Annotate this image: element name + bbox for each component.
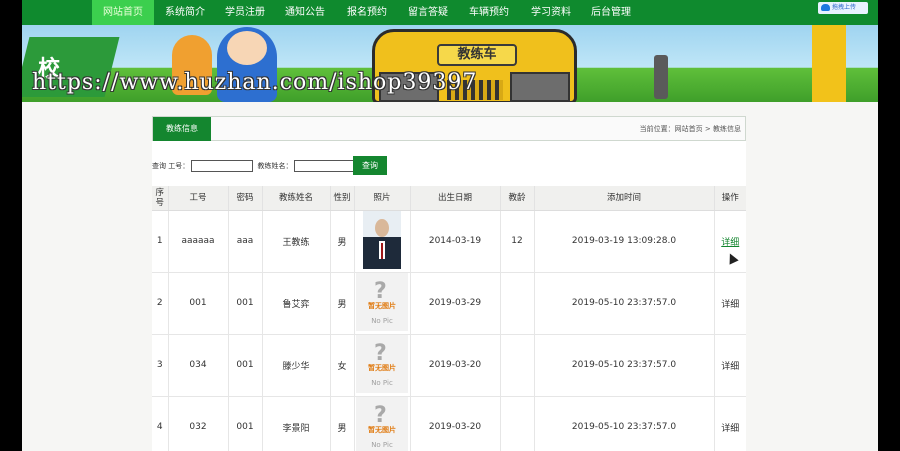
no-pic-cn: 暂无图片 [368,363,396,372]
cell-no: 2 [152,272,169,335]
no-pic-placeholder: ? 暂无图片 No Pic [356,272,408,331]
no-pic-placeholder: ? 暂无图片 No Pic [356,396,408,451]
nav-item-register[interactable]: 学员注册 [216,0,274,25]
top-navigation: 网站首页 系统简介 学员注册 通知公告 报名预约 留言答疑 车辆预约 学习资料 … [22,0,878,25]
no-pic-cn: 暂无图片 [368,425,396,434]
detail-link[interactable]: 详细 [721,300,739,310]
cell-birth: 2014-03-19 [410,210,501,273]
upload-badge-label: 拖拽上传 [832,4,857,11]
cell-password: aaa [228,210,263,273]
column-header: 添加时间 [534,186,715,211]
column-header: 性别 [330,186,355,211]
no-pic-en: No Pic [371,316,393,325]
cell-name: 李景阳 [262,396,331,451]
column-header: 序号 [152,186,169,211]
cell-gender: 女 [330,334,355,397]
cell-added: 2019-03-19 13:09:28.0 [534,210,715,273]
cell-action: 详细 [714,334,746,397]
cell-id: 001 [168,272,229,335]
column-header: 密码 [228,186,263,211]
cell-gender: 男 [330,396,355,451]
no-pic-en: No Pic [371,378,393,387]
detail-link[interactable]: 详细 [721,238,739,248]
cell-action: 详细 [714,272,746,335]
coach-id-input[interactable] [191,160,254,172]
cell-no: 1 [152,210,169,273]
table-row: 1 aaaaaa aaa 王教练 男 2014-03-19 12 2019-03… [152,210,746,273]
search-button[interactable]: 查询 [353,156,387,175]
cell-added: 2019-05-10 23:37:57.0 [534,396,715,451]
no-pic-placeholder: ? 暂无图片 No Pic [356,334,408,393]
cell-no: 3 [152,334,169,397]
coach-id-label: 查询 工号： [152,162,190,170]
cell-action: 详细 [714,396,746,451]
cell-id: 032 [168,396,229,451]
table-row: 3 034 001 滕少华 女 ? 暂无图片 No Pic 2019-03-20 2… [152,334,746,397]
cell-years [500,272,535,335]
bus-headlight [510,72,570,102]
cell-password: 001 [228,396,263,451]
cell-password: 001 [228,334,263,397]
coach-name-input[interactable] [294,160,357,172]
cell-years: 12 [500,210,535,273]
cell-name: 滕少华 [262,334,331,397]
nav-item-booking[interactable]: 报名预约 [338,0,396,25]
nav-item-vehicle[interactable]: 车辆预约 [460,0,518,25]
nav-item-home[interactable]: 网站首页 [92,0,154,25]
upload-badge[interactable]: 拖拽上传 [818,2,868,14]
nav-item-intro[interactable]: 系统简介 [156,0,214,25]
column-header: 教龄 [500,186,535,211]
cell-id: aaaaaa [168,210,229,273]
panel-header: 教练信息 当前位置：网站首页 > 教练信息 [152,116,746,141]
nav-item-admin[interactable]: 后台管理 [582,0,640,25]
no-pic-en: No Pic [371,440,393,449]
cell-birth: 2019-03-20 [410,396,501,451]
nav-item-message[interactable]: 留言答疑 [399,0,457,25]
cloud-icon [821,4,830,11]
coach-info-panel: 教练信息 当前位置：网站首页 > 教练信息 查询 工号： 教练姓名： 查询 序号… [152,116,746,451]
cell-years [500,334,535,397]
cell-photo: ? 暂无图片 No Pic [354,396,411,451]
crane-illustration [812,25,846,102]
cell-name: 王教练 [262,210,331,273]
cell-photo: ? 暂无图片 No Pic [354,334,411,397]
cell-no: 4 [152,396,169,451]
detail-link[interactable]: 详细 [721,362,739,372]
table-header-row: 序号 工号 密码 教练姓名 性别 照片 出生日期 教龄 添加时间 操作 [152,186,746,211]
breadcrumb: 当前位置：网站首页 > 教练信息 [639,125,741,133]
detail-link[interactable]: 详细 [721,424,739,434]
column-header: 出生日期 [410,186,501,211]
coach-photo [363,210,401,269]
table-row: 4 032 001 李景阳 男 ? 暂无图片 No Pic 2019-03-20 2… [152,396,746,451]
coach-table: 序号 工号 密码 教练姓名 性别 照片 出生日期 教龄 添加时间 操作 1 aa… [152,186,746,451]
tab-coach-info[interactable]: 教练信息 [153,117,211,141]
page-frame: 网站首页 系统简介 学员注册 通知公告 报名预约 留言答疑 车辆预约 学习资料 … [22,0,878,451]
coach-name-label: 教练姓名： [257,162,293,170]
nav-item-notice[interactable]: 通知公告 [276,0,334,25]
no-pic-cn: 暂无图片 [368,301,396,310]
cell-photo [354,210,411,273]
cell-added: 2019-05-10 23:37:57.0 [534,334,715,397]
cell-birth: 2019-03-20 [410,334,501,397]
watermark-text: https://www.huzhan.com/ishop39397 [32,70,478,95]
cell-added: 2019-05-10 23:37:57.0 [534,272,715,335]
column-header: 工号 [168,186,229,211]
cell-gender: 男 [330,272,355,335]
search-form: 查询 工号： 教练姓名： [152,158,358,174]
column-header: 操作 [714,186,746,211]
column-header: 教练姓名 [262,186,331,211]
nav-item-materials[interactable]: 学习资料 [522,0,580,25]
table-row: 2 001 001 鲁艾弈 男 ? 暂无图片 No Pic 2019-03-29 2… [152,272,746,335]
cell-birth: 2019-03-29 [410,272,501,335]
bus-sign: 教练车 [437,44,517,66]
cell-id: 034 [168,334,229,397]
cell-name: 鲁艾弈 [262,272,331,335]
cell-gender: 男 [330,210,355,273]
cell-password: 001 [228,272,263,335]
column-header: 照片 [354,186,411,211]
cell-years [500,396,535,451]
cell-photo: ? 暂无图片 No Pic [354,272,411,335]
post-illustration [654,55,668,99]
